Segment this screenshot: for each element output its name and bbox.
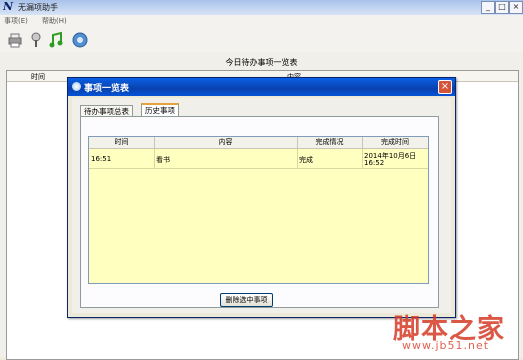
grid-header-done-time[interactable]: 完成时间 bbox=[362, 137, 428, 148]
window-title: 无漏项助手 bbox=[18, 3, 58, 12]
watermark-url: www.jb51.net bbox=[402, 339, 490, 352]
cell-content: 看书 bbox=[154, 149, 298, 168]
grid-header-content[interactable]: 内容 bbox=[154, 137, 298, 148]
menu-events[interactable]: 事项(E) bbox=[4, 16, 28, 26]
history-tab-panel: 时间 内容 完成情况 完成时间 16:51 看书 完成 2014年10月6日 1… bbox=[80, 116, 439, 308]
grid-header-status[interactable]: 完成情况 bbox=[297, 137, 363, 148]
dialog-title: 事项一览表 bbox=[84, 84, 130, 94]
main-titlebar: N 无漏项助手 _ □ × bbox=[0, 0, 523, 15]
settings-disc-icon[interactable] bbox=[71, 31, 89, 49]
close-button[interactable]: × bbox=[509, 1, 523, 14]
grid-header: 时间 内容 完成情况 完成时间 bbox=[89, 137, 428, 149]
toolbar bbox=[0, 27, 523, 53]
events-dialog: 事项一览表 × 待办事项总表 历史事项 时间 内容 完成情况 完成时间 16:5… bbox=[67, 77, 456, 318]
dialog-close-button[interactable]: × bbox=[438, 80, 452, 94]
app-logo-icon: N bbox=[3, 0, 14, 13]
cell-done-time: 2014年10月6日 16:52 bbox=[364, 152, 417, 167]
history-grid[interactable]: 时间 内容 完成情况 完成时间 16:51 看书 完成 2014年10月6日 1… bbox=[88, 136, 429, 284]
maximize-button[interactable]: □ bbox=[495, 1, 509, 14]
menu-help[interactable]: 帮助(H) bbox=[42, 16, 67, 26]
delete-selected-button[interactable]: 删除选中事项 bbox=[220, 293, 273, 307]
menubar: 事项(E) 帮助(H) bbox=[0, 15, 523, 27]
todo-list-caption: 今日待办事项一览表 bbox=[225, 58, 298, 67]
dialog-titlebar[interactable]: 事项一览表 × bbox=[68, 78, 455, 96]
printer-icon[interactable] bbox=[6, 31, 24, 49]
grid-header-time[interactable]: 时间 bbox=[89, 137, 155, 148]
minimize-button[interactable]: _ bbox=[481, 1, 495, 14]
music-note-icon[interactable] bbox=[47, 31, 65, 49]
table-row[interactable]: 16:51 看书 完成 2014年10月6日 16:52 bbox=[89, 149, 428, 169]
cell-time: 16:51 bbox=[89, 149, 155, 168]
dialog-app-icon bbox=[72, 82, 81, 91]
dialog-body: 待办事项总表 历史事项 时间 内容 完成情况 完成时间 16:51 看书 完成 … bbox=[72, 98, 451, 313]
lamp-icon[interactable] bbox=[27, 31, 45, 49]
cell-status: 完成 bbox=[297, 149, 363, 168]
column-header-time[interactable]: 时间 bbox=[31, 72, 45, 82]
